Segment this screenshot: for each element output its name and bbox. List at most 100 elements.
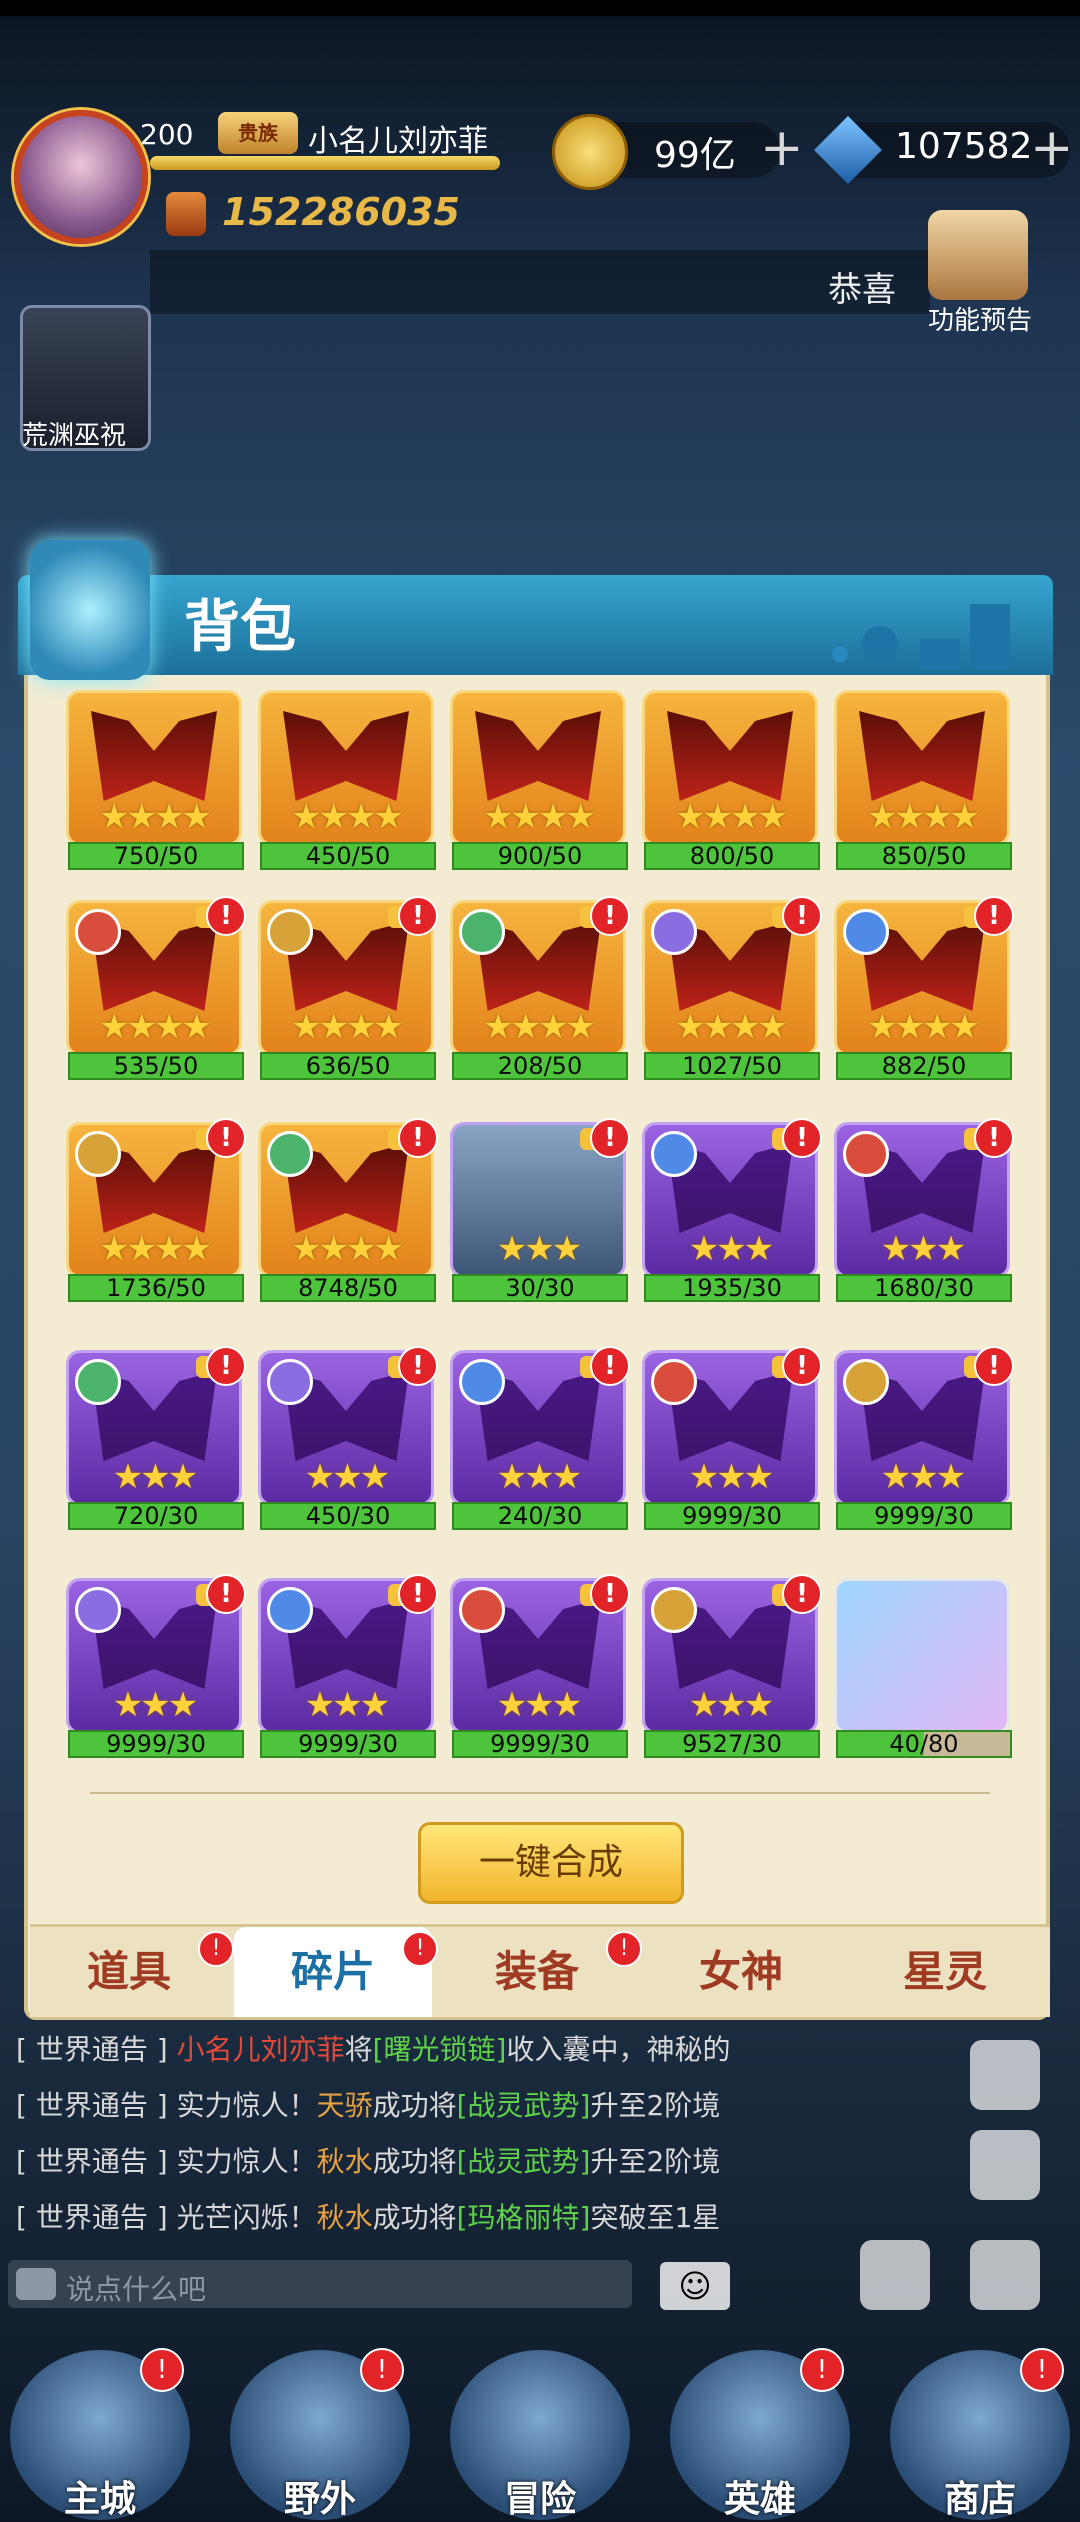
status-bar bbox=[0, 0, 1080, 16]
fragment-icon: ★★★★ bbox=[258, 690, 434, 846]
fragment-count: 9999/30 bbox=[452, 1730, 628, 1758]
tab-equipment[interactable]: 装备 bbox=[438, 1927, 636, 2017]
tab-items[interactable]: 道具 bbox=[30, 1927, 228, 2017]
fragment-icon: ★★★★ bbox=[642, 690, 818, 846]
nav-heroes-label[interactable]: 英雄 bbox=[670, 2470, 850, 2522]
player-level: 200 bbox=[140, 118, 194, 151]
star-rating: ★★★ bbox=[496, 1457, 582, 1497]
side-hero-label[interactable]: 荒渊巫祝 bbox=[22, 415, 126, 452]
fragment-cell[interactable]: ★★★★ 850/50 bbox=[834, 690, 1012, 870]
alert-badge: ! bbox=[782, 896, 822, 936]
star-rating: ★★★ bbox=[112, 1685, 198, 1725]
fragment-cell[interactable]: ★★★! 30/30 bbox=[450, 1118, 630, 1302]
mask-emblem-icon bbox=[283, 711, 409, 801]
alert-badge: ! bbox=[974, 1118, 1014, 1158]
fragment-cell[interactable]: ★★★★! 208/50 bbox=[450, 896, 630, 1080]
tab-spirits[interactable]: 星灵 bbox=[846, 1927, 1044, 2017]
fragment-cell[interactable]: ★★★★! 1027/50 bbox=[642, 896, 822, 1080]
element-icon bbox=[843, 909, 889, 955]
friends-icon[interactable] bbox=[970, 2130, 1040, 2200]
one-click-compose-button[interactable]: 一键合成 bbox=[418, 1822, 684, 1904]
tab-goddess[interactable]: 女神 bbox=[642, 1927, 840, 2017]
fragment-cell[interactable]: ★★★! 240/30 bbox=[450, 1346, 630, 1530]
star-rating: ★★★★ bbox=[675, 797, 788, 837]
element-icon bbox=[459, 1587, 505, 1633]
fragment-cell[interactable]: ★★★! 9999/30 bbox=[450, 1574, 630, 1758]
alert-badge: ! bbox=[206, 1574, 246, 1614]
mask-emblem-icon bbox=[475, 711, 601, 801]
fragment-cell[interactable]: ★★★★! 535/50 bbox=[66, 896, 246, 1080]
gold-coin-icon bbox=[552, 114, 628, 190]
chat-placeholder[interactable]: 说点什么吧 bbox=[66, 2268, 206, 2308]
element-icon bbox=[651, 1587, 697, 1633]
fragment-cell[interactable]: ★★★★! 636/50 bbox=[258, 896, 438, 1080]
alert-badge: ! bbox=[206, 1118, 246, 1158]
element-icon bbox=[459, 909, 505, 955]
element-icon bbox=[267, 1587, 313, 1633]
fragment-cell[interactable]: ★★★! 1935/30 bbox=[642, 1118, 822, 1302]
gem-amount: 107582 bbox=[895, 126, 1033, 167]
chat-message[interactable]: [ 世界通告 ] 实力惊人！秋水成功将[战灵武势]升至2阶境 bbox=[16, 2140, 720, 2180]
fragment-cell[interactable]: ★★★★ 800/50 bbox=[642, 690, 820, 870]
star-rating: ★★★ bbox=[496, 1685, 582, 1725]
fragment-cell[interactable]: ★★★★! 1736/50 bbox=[66, 1118, 246, 1302]
element-icon bbox=[267, 909, 313, 955]
fragment-cell[interactable]: ★★★! 1680/30 bbox=[834, 1118, 1014, 1302]
fragment-count: 900/50 bbox=[452, 842, 628, 870]
ranking-icon[interactable] bbox=[860, 2240, 930, 2310]
fragment-cell[interactable]: ★★★! 9999/30 bbox=[642, 1346, 822, 1530]
backpack-icon bbox=[30, 540, 150, 680]
fragment-cell[interactable]: ★★★! 9527/30 bbox=[642, 1574, 822, 1758]
fragment-cell[interactable]: ★★★★ 750/50 bbox=[66, 690, 244, 870]
tab-fragments[interactable]: 碎片 bbox=[234, 1927, 432, 2017]
element-icon bbox=[651, 1131, 697, 1177]
add-gems-button[interactable]: + bbox=[1030, 118, 1074, 178]
nav-adventure-label[interactable]: 冒险 bbox=[450, 2470, 630, 2522]
fragment-cell[interactable]: ★★★! 9999/30 bbox=[258, 1574, 438, 1758]
emoji-button[interactable]: ☺ bbox=[660, 2262, 730, 2310]
fragment-cell[interactable]: ★★★! 9999/30 bbox=[66, 1574, 246, 1758]
fragment-cell[interactable]: ★★★! 450/30 bbox=[258, 1346, 438, 1530]
element-icon bbox=[75, 1359, 121, 1405]
player-avatar[interactable] bbox=[14, 110, 148, 244]
star-rating: ★★★ bbox=[304, 1685, 390, 1725]
chat-message[interactable]: [ 世界通告 ] 光芒闪烁！秋水成功将[玛格丽特]突破至1星 bbox=[16, 2196, 720, 2236]
chat-message[interactable]: [ 世界通告 ] 小名儿刘亦菲将[曙光锁链]收入囊中，神秘的 bbox=[16, 2028, 730, 2068]
fragment-count: 535/50 bbox=[68, 1052, 244, 1080]
fragment-cell[interactable]: 40/80 bbox=[834, 1578, 1012, 1758]
alert-badge: ! bbox=[590, 1574, 630, 1614]
backpack-tabs: 道具! 碎片! 装备! 女神 星灵 bbox=[30, 1924, 1050, 2017]
nav-shop-label[interactable]: 商店 bbox=[890, 2470, 1070, 2522]
power-shield-icon bbox=[166, 192, 206, 236]
fragment-icon: ★★★★ bbox=[450, 690, 626, 846]
alert-badge: ! bbox=[782, 1118, 822, 1158]
fragment-cell[interactable]: ★★★! 9999/30 bbox=[834, 1346, 1014, 1530]
announcement-ticker bbox=[150, 250, 930, 314]
fragment-cell[interactable]: ★★★★ 900/50 bbox=[450, 690, 628, 870]
fragment-cell[interactable]: ★★★! 720/30 bbox=[66, 1346, 246, 1530]
add-gold-button[interactable]: + bbox=[760, 118, 804, 178]
fragment-count: 1935/30 bbox=[644, 1274, 820, 1302]
fragment-count: 1680/30 bbox=[836, 1274, 1012, 1302]
vip-badge[interactable]: 贵族 bbox=[218, 112, 298, 154]
mask-emblem-icon bbox=[91, 711, 217, 801]
fragment-cell[interactable]: ★★★★ 450/50 bbox=[258, 690, 436, 870]
chat-message[interactable]: [ 世界通告 ] 实力惊人！天骄成功将[战灵武势]升至2阶境 bbox=[16, 2084, 720, 2124]
fragment-cell[interactable]: ★★★★! 8748/50 bbox=[258, 1118, 438, 1302]
feature-preview-scroll-icon[interactable] bbox=[928, 210, 1028, 300]
combat-power: 152286035 bbox=[222, 190, 460, 234]
fragment-cell[interactable]: ★★★★! 882/50 bbox=[834, 896, 1014, 1080]
fragment-icon: ★★★★ bbox=[834, 690, 1010, 846]
alert-badge: ! bbox=[398, 1118, 438, 1158]
tab-alert-badge: ! bbox=[606, 1931, 642, 1967]
star-rating: ★★★ bbox=[688, 1685, 774, 1725]
feature-preview-label[interactable]: 功能预告 bbox=[928, 300, 1032, 337]
nav-wild-label[interactable]: 野外 bbox=[230, 2470, 410, 2522]
fragment-count: 720/30 bbox=[68, 1502, 244, 1530]
element-icon bbox=[75, 1131, 121, 1177]
nav-main-city-label[interactable]: 主城 bbox=[10, 2470, 190, 2522]
cart-icon[interactable] bbox=[970, 2040, 1040, 2110]
fragment-count: 450/30 bbox=[260, 1502, 436, 1530]
element-icon bbox=[267, 1131, 313, 1177]
chest-icon[interactable] bbox=[970, 2240, 1040, 2310]
